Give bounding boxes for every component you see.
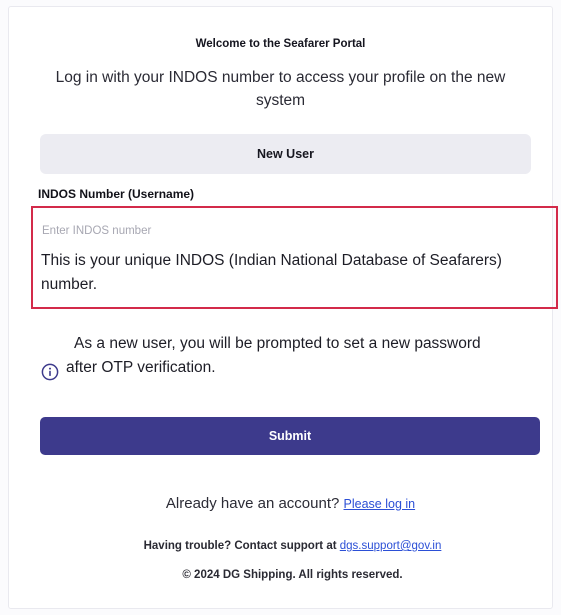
login-prompt: Already have an account? Please log in: [0, 495, 561, 512]
indos-number-input[interactable]: [42, 220, 522, 242]
indos-field-highlight: This is your unique INDOS (Indian Nation…: [31, 206, 558, 309]
new-user-button-label: New User: [257, 147, 314, 161]
trouble-text: Having trouble? Contact support at: [143, 540, 337, 552]
info-line-1: As a new user, you will be prompted to s…: [74, 335, 481, 352]
login-subtitle: Log in with your INDOS number to access …: [55, 69, 506, 109]
indos-field-label: INDOS Number (Username): [38, 187, 195, 201]
login-link[interactable]: Please log in: [344, 497, 416, 511]
welcome-title: Welcome to the Seafarer Portal: [195, 38, 366, 50]
already-have-account-text: Already have an account?: [165, 495, 340, 512]
submit-button[interactable]: Submit: [40, 417, 540, 455]
new-user-button[interactable]: New User: [40, 134, 531, 174]
indos-help-text: This is your unique INDOS (Indian Nation…: [41, 252, 502, 293]
support-info: Having trouble? Contact support at dgs.s…: [0, 540, 561, 552]
new-user-info-text: As a new user, you will be prompted to s…: [45, 332, 545, 380]
submit-button-label: Submit: [268, 429, 312, 443]
copyright-text: © 2024 DG Shipping. All rights reserved.: [182, 569, 403, 581]
info-line-2: after OTP verification.: [66, 359, 216, 376]
support-email-link[interactable]: dgs.support@gov.in: [340, 540, 442, 552]
